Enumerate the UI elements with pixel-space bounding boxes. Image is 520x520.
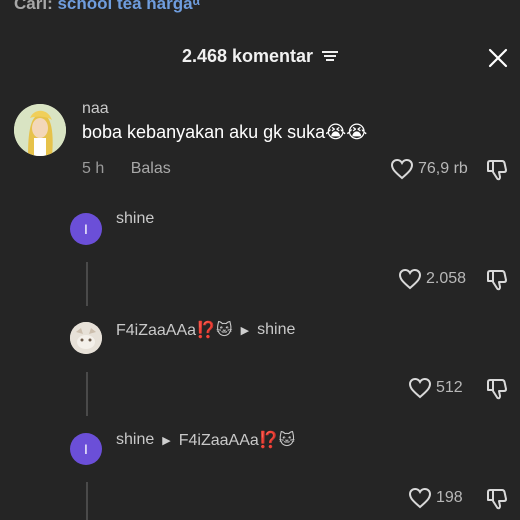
dislike-icon[interactable]	[485, 487, 509, 511]
reply-arrow-icon: ▶	[162, 434, 171, 447]
dislike-icon[interactable]	[485, 158, 509, 182]
comment-time: 5 h	[82, 160, 105, 177]
heart-icon	[408, 377, 432, 399]
like-count: 198	[436, 489, 463, 506]
reply-arrow-icon: ▶	[240, 324, 250, 337]
heart-icon	[390, 158, 414, 180]
avatar[interactable]	[14, 104, 66, 156]
like-button[interactable]: 512	[408, 377, 463, 399]
heart-icon	[398, 268, 422, 290]
heart-icon	[408, 487, 432, 509]
comment-count-title: 2.468 komentar	[181, 46, 314, 66]
search-term-link[interactable]: school tea harga	[57, 0, 192, 13]
comment-username[interactable]: naa	[82, 100, 109, 118]
reply-username-row: F4iZaaAAa⁉️🐱 ▶ shine	[116, 320, 295, 340]
reply-username[interactable]: F4iZaaAAa⁉️🐱	[116, 320, 233, 340]
close-icon[interactable]	[487, 47, 509, 69]
reply-username-row: shine ▶ F4iZaaAAa⁉️🐱	[116, 430, 295, 450]
reply-username[interactable]: shine	[116, 431, 154, 449]
like-count: 2.058	[426, 270, 467, 287]
thread-line	[86, 372, 88, 416]
comment-text: boba kebanyakan aku gk suka😭😭	[82, 122, 368, 142]
dislike-icon[interactable]	[485, 268, 509, 292]
like-count: 512	[436, 379, 463, 396]
comment-meta: 5 h Balas	[82, 160, 171, 178]
like-button[interactable]: 76,9 rb	[390, 158, 468, 180]
like-button[interactable]: 198	[408, 487, 463, 509]
reply-to-username[interactable]: F4iZaaAAa⁉️🐱	[179, 430, 296, 450]
thread-line	[86, 482, 88, 520]
like-button[interactable]: 2.058	[398, 268, 466, 290]
search-bar[interactable]: Cari: school tea hargaα	[14, 0, 200, 14]
search-prefix: Cari:	[14, 0, 53, 13]
avatar[interactable]: I	[70, 433, 102, 465]
like-count: 76,9 rb	[418, 160, 468, 177]
search-icon: α	[192, 0, 200, 8]
reply-to-username[interactable]: shine	[257, 321, 295, 339]
avatar[interactable]	[70, 322, 102, 354]
sort-filter-icon[interactable]	[322, 46, 339, 67]
reply-username[interactable]: shine	[116, 210, 154, 228]
reply-button[interactable]: Balas	[131, 160, 171, 177]
dislike-icon[interactable]	[485, 377, 509, 401]
thread-line	[86, 262, 88, 306]
avatar[interactable]: I	[70, 213, 102, 245]
comments-header: 2.468 komentar	[0, 46, 520, 67]
